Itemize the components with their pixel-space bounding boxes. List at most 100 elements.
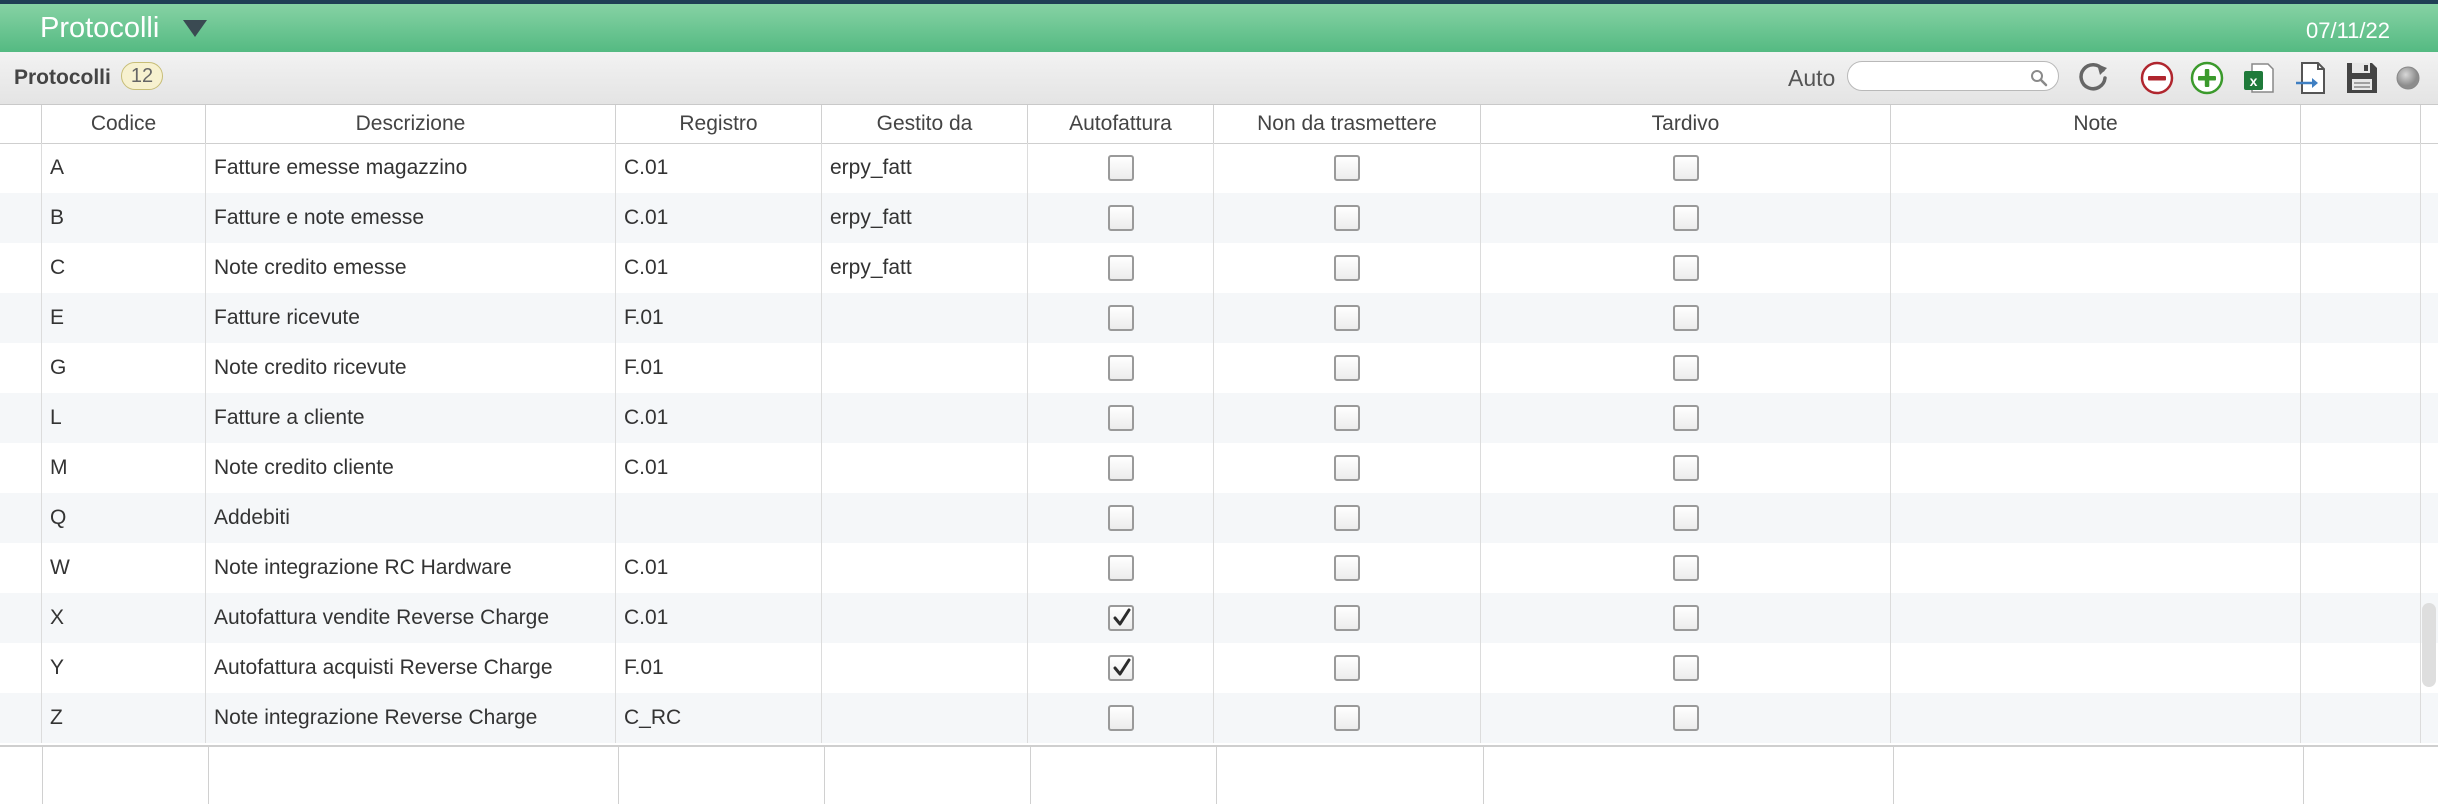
table-row[interactable]: E Fatture ricevute F.01 [0, 293, 2438, 343]
cell-descrizione[interactable]: Note credito cliente [206, 443, 616, 493]
cell-note[interactable] [1891, 493, 2301, 543]
cell-registro[interactable]: C.01 [616, 143, 822, 193]
cell-gestito-da[interactable]: erpy_fatt [822, 243, 1028, 293]
table-row[interactable]: M Note credito cliente C.01 [0, 443, 2438, 493]
non-da-trasmettere-checkbox[interactable] [1334, 655, 1360, 682]
cell-gestito-da[interactable] [822, 443, 1028, 493]
autofattura-checkbox[interactable] [1107, 605, 1134, 632]
non-da-trasmettere-checkbox[interactable] [1334, 405, 1360, 432]
table-row[interactable]: Q Addebiti [0, 493, 2438, 543]
cell-gestito-da[interactable]: erpy_fatt [822, 193, 1028, 243]
cell-descrizione[interactable]: Note credito emesse [206, 243, 616, 293]
table-row[interactable]: L Fatture a cliente C.01 [0, 393, 2438, 443]
non-da-trasmettere-checkbox[interactable] [1334, 555, 1360, 582]
cell-codice[interactable]: X [42, 593, 206, 643]
tardivo-checkbox[interactable] [1672, 255, 1699, 282]
cell-registro[interactable]: F.01 [616, 293, 822, 343]
cell-gestito-da[interactable] [822, 393, 1028, 443]
column-header-non-da-trasmettere[interactable]: Non da trasmettere [1214, 105, 1481, 143]
save-button[interactable] [2343, 59, 2381, 97]
add-row-button[interactable] [2188, 59, 2226, 97]
cell-note[interactable] [1891, 643, 2301, 693]
cell-note[interactable] [1891, 293, 2301, 343]
cell-registro[interactable]: C.01 [616, 593, 822, 643]
cell-registro[interactable]: F.01 [616, 643, 822, 693]
table-row[interactable]: X Autofattura vendite Reverse Charge C.01 [0, 593, 2438, 643]
tardivo-checkbox[interactable] [1672, 305, 1699, 332]
column-header-gestito-da[interactable]: Gestito da [822, 105, 1028, 143]
tardivo-checkbox[interactable] [1672, 505, 1699, 532]
caret-down-icon[interactable] [183, 20, 207, 37]
cell-note[interactable] [1891, 143, 2301, 193]
non-da-trasmettere-checkbox[interactable] [1334, 605, 1360, 632]
cell-registro[interactable]: C.01 [616, 193, 822, 243]
non-da-trasmettere-checkbox[interactable] [1334, 255, 1360, 282]
autofattura-checkbox[interactable] [1107, 255, 1134, 282]
autofattura-checkbox[interactable] [1107, 405, 1134, 432]
table-row[interactable]: Z Note integrazione Reverse Charge C_RC [0, 693, 2438, 743]
table-row[interactable]: G Note credito ricevute F.01 [0, 343, 2438, 393]
cell-descrizione[interactable]: Fatture a cliente [206, 393, 616, 443]
cell-gestito-da[interactable] [822, 493, 1028, 543]
cell-codice[interactable]: B [42, 193, 206, 243]
vertical-scrollbar[interactable] [2422, 603, 2436, 687]
autofattura-checkbox[interactable] [1107, 155, 1134, 182]
cell-codice[interactable]: W [42, 543, 206, 593]
table-row[interactable]: B Fatture e note emesse C.01 erpy_fatt [0, 193, 2438, 243]
search-icon[interactable] [2029, 68, 2049, 88]
tardivo-checkbox[interactable] [1672, 555, 1699, 582]
import-button[interactable] [2292, 59, 2330, 97]
autofattura-checkbox[interactable] [1107, 455, 1134, 482]
tardivo-checkbox[interactable] [1672, 355, 1699, 382]
remove-row-button[interactable] [2138, 59, 2176, 97]
autofattura-checkbox[interactable] [1107, 505, 1134, 532]
cell-codice[interactable]: E [42, 293, 206, 343]
autofattura-checkbox[interactable] [1107, 555, 1134, 582]
tardivo-checkbox[interactable] [1672, 405, 1699, 432]
column-header-codice[interactable]: Codice [42, 105, 206, 143]
cell-codice[interactable]: M [42, 443, 206, 493]
tardivo-checkbox[interactable] [1672, 455, 1699, 482]
non-da-trasmettere-checkbox[interactable] [1334, 155, 1360, 182]
cell-descrizione[interactable]: Autofattura vendite Reverse Charge [206, 593, 616, 643]
cell-gestito-da[interactable] [822, 643, 1028, 693]
reload-icon[interactable] [2074, 59, 2112, 97]
table-row[interactable]: W Note integrazione RC Hardware C.01 [0, 543, 2438, 593]
cell-gestito-da[interactable] [822, 343, 1028, 393]
autofattura-checkbox[interactable] [1107, 705, 1134, 732]
autofattura-checkbox[interactable] [1107, 305, 1134, 332]
non-da-trasmettere-checkbox[interactable] [1334, 705, 1360, 732]
cell-descrizione[interactable]: Note integrazione Reverse Charge [206, 693, 616, 743]
cell-registro[interactable]: C_RC [616, 693, 822, 743]
cell-registro[interactable]: C.01 [616, 243, 822, 293]
tardivo-checkbox[interactable] [1672, 705, 1699, 732]
column-header-tardivo[interactable]: Tardivo [1481, 105, 1891, 143]
cell-descrizione[interactable]: Note credito ricevute [206, 343, 616, 393]
page-title[interactable]: Protocolli [40, 12, 159, 45]
autofattura-checkbox[interactable] [1107, 355, 1134, 382]
column-header-registro[interactable]: Registro [616, 105, 822, 143]
cell-codice[interactable]: G [42, 343, 206, 393]
column-header-note[interactable]: Note [1891, 105, 2301, 143]
cell-gestito-da[interactable] [822, 543, 1028, 593]
autofattura-checkbox[interactable] [1107, 205, 1134, 232]
cell-codice[interactable]: C [42, 243, 206, 293]
column-header-autofattura[interactable]: Autofattura [1028, 105, 1214, 143]
non-da-trasmettere-checkbox[interactable] [1334, 455, 1360, 482]
cell-gestito-da[interactable] [822, 593, 1028, 643]
cell-codice[interactable]: Q [42, 493, 206, 543]
cell-registro[interactable]: C.01 [616, 443, 822, 493]
cell-note[interactable] [1891, 693, 2301, 743]
cell-descrizione[interactable]: Fatture emesse magazzino [206, 143, 616, 193]
cell-gestito-da[interactable]: erpy_fatt [822, 143, 1028, 193]
table-row[interactable]: C Note credito emesse C.01 erpy_fatt [0, 243, 2438, 293]
table-row[interactable]: Y Autofattura acquisti Reverse Charge F.01 [0, 643, 2438, 693]
cell-descrizione[interactable]: Autofattura acquisti Reverse Charge [206, 643, 616, 693]
cell-descrizione[interactable]: Fatture e note emesse [206, 193, 616, 243]
tardivo-checkbox[interactable] [1672, 605, 1699, 632]
export-excel-button[interactable]: x [2240, 59, 2278, 97]
cell-codice[interactable]: Z [42, 693, 206, 743]
cell-note[interactable] [1891, 393, 2301, 443]
non-da-trasmettere-checkbox[interactable] [1334, 305, 1360, 332]
table-row[interactable]: A Fatture emesse magazzino C.01 erpy_fatt [0, 143, 2438, 193]
